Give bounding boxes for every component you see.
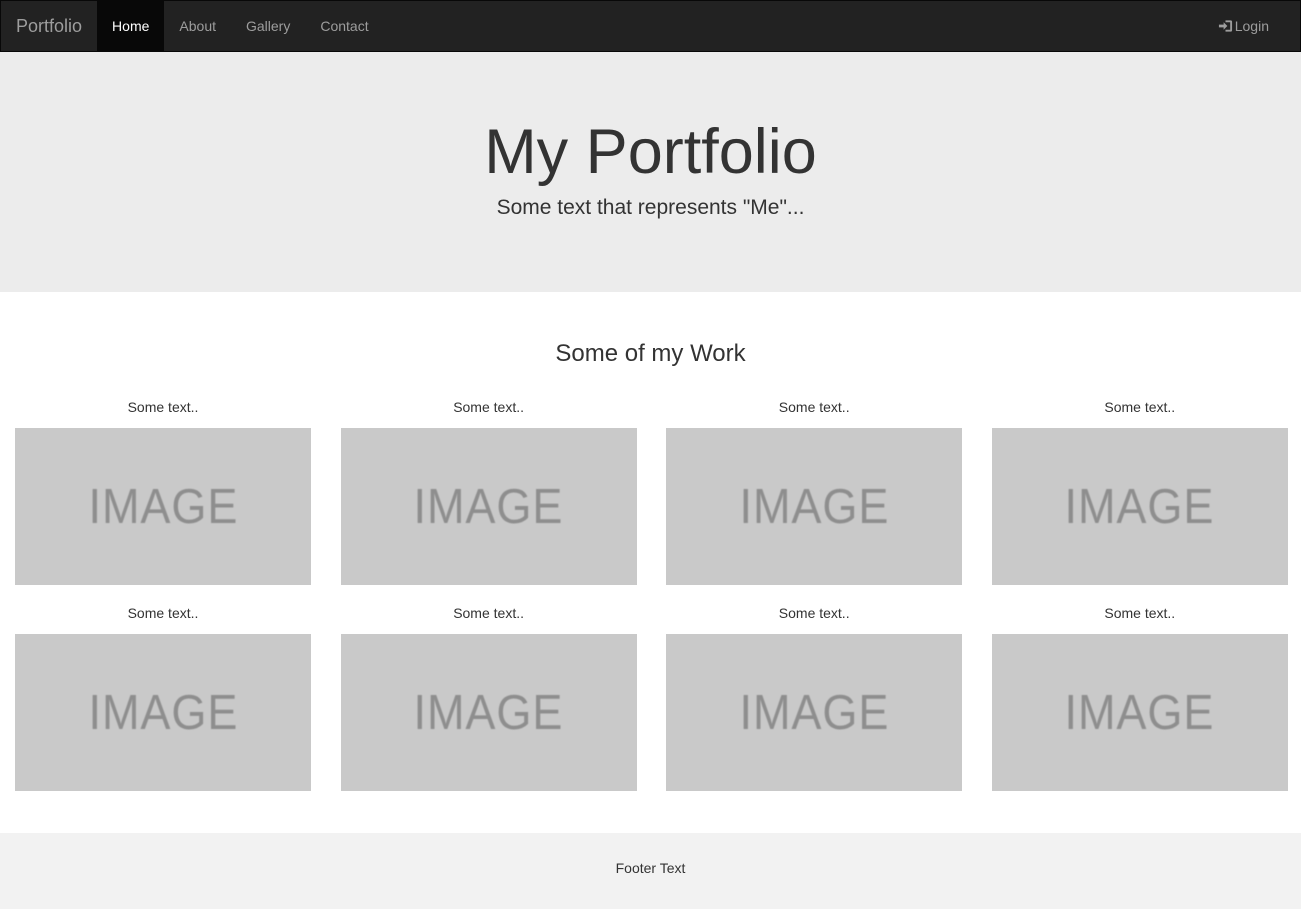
work-item: Some text.. IMAGE (666, 605, 963, 791)
work-image[interactable]: IMAGE (15, 428, 311, 585)
work-caption: Some text.. (127, 605, 199, 621)
hero-banner: My Portfolio Some text that represents "… (0, 52, 1301, 292)
image-placeholder-label: IMAGE (413, 685, 564, 740)
image-placeholder-label: IMAGE (739, 479, 890, 534)
work-caption: Some text.. (778, 605, 850, 621)
image-placeholder-label: IMAGE (1064, 479, 1215, 534)
nav-item-home: Home (97, 1, 165, 51)
work-heading: Some of my Work (555, 340, 746, 367)
work-section: Some of my Work Some text.. IMAGE Some t… (0, 292, 1301, 791)
nav-item-contact: Contact (305, 1, 383, 51)
brand-link[interactable]: Portfolio (1, 1, 97, 51)
image-placeholder-label: IMAGE (88, 685, 238, 740)
work-caption: Some text.. (127, 399, 199, 415)
work-caption: Some text.. (778, 399, 850, 415)
nav-link-about[interactable]: About (164, 1, 231, 51)
work-caption: Some text.. (453, 605, 524, 621)
nav-link-home[interactable]: Home (97, 1, 165, 51)
work-image[interactable]: IMAGE (340, 634, 637, 791)
top-navbar: Portfolio Home About Gallery Contact Log… (0, 0, 1301, 52)
work-grid: Some text.. IMAGE Some text.. IMAGE Some… (0, 399, 1301, 791)
login-link[interactable]: Login (1203, 1, 1285, 51)
work-caption: Some text.. (1104, 399, 1176, 415)
nav-menu: Home About Gallery Contact (97, 1, 384, 51)
work-item: Some text.. IMAGE (340, 399, 637, 585)
work-image[interactable]: IMAGE (15, 634, 311, 791)
nav-item-login: Login (1203, 1, 1285, 51)
hero-title: My Portfolio (484, 117, 817, 187)
hero-subtitle: Some text that represents "Me"... (496, 196, 805, 220)
image-placeholder-label: IMAGE (413, 479, 564, 534)
work-item: Some text.. IMAGE (991, 605, 1288, 791)
work-image[interactable]: IMAGE (340, 428, 637, 585)
login-label: Login (1234, 18, 1269, 34)
nav-link-gallery[interactable]: Gallery (231, 1, 305, 51)
image-placeholder-label: IMAGE (739, 685, 890, 740)
image-placeholder-label: IMAGE (88, 479, 238, 534)
work-image[interactable]: IMAGE (991, 428, 1288, 585)
work-item: Some text.. IMAGE (15, 605, 311, 791)
image-placeholder-label: IMAGE (1064, 685, 1215, 740)
nav-link-contact[interactable]: Contact (305, 1, 383, 51)
page-footer: Footer Text (0, 833, 1301, 909)
footer-text: Footer Text (615, 860, 686, 876)
work-item: Some text.. IMAGE (666, 399, 963, 585)
work-image[interactable]: IMAGE (666, 634, 963, 791)
work-item: Some text.. IMAGE (15, 399, 311, 585)
login-icon (1218, 20, 1232, 32)
work-item: Some text.. IMAGE (340, 605, 637, 791)
work-item: Some text.. IMAGE (991, 399, 1288, 585)
nav-right: Login (1203, 1, 1285, 51)
work-image[interactable]: IMAGE (991, 634, 1288, 791)
work-caption: Some text.. (453, 399, 524, 415)
work-image[interactable]: IMAGE (666, 428, 963, 585)
work-caption: Some text.. (1104, 605, 1176, 621)
nav-item-gallery: Gallery (231, 1, 305, 51)
nav-item-about: About (164, 1, 231, 51)
